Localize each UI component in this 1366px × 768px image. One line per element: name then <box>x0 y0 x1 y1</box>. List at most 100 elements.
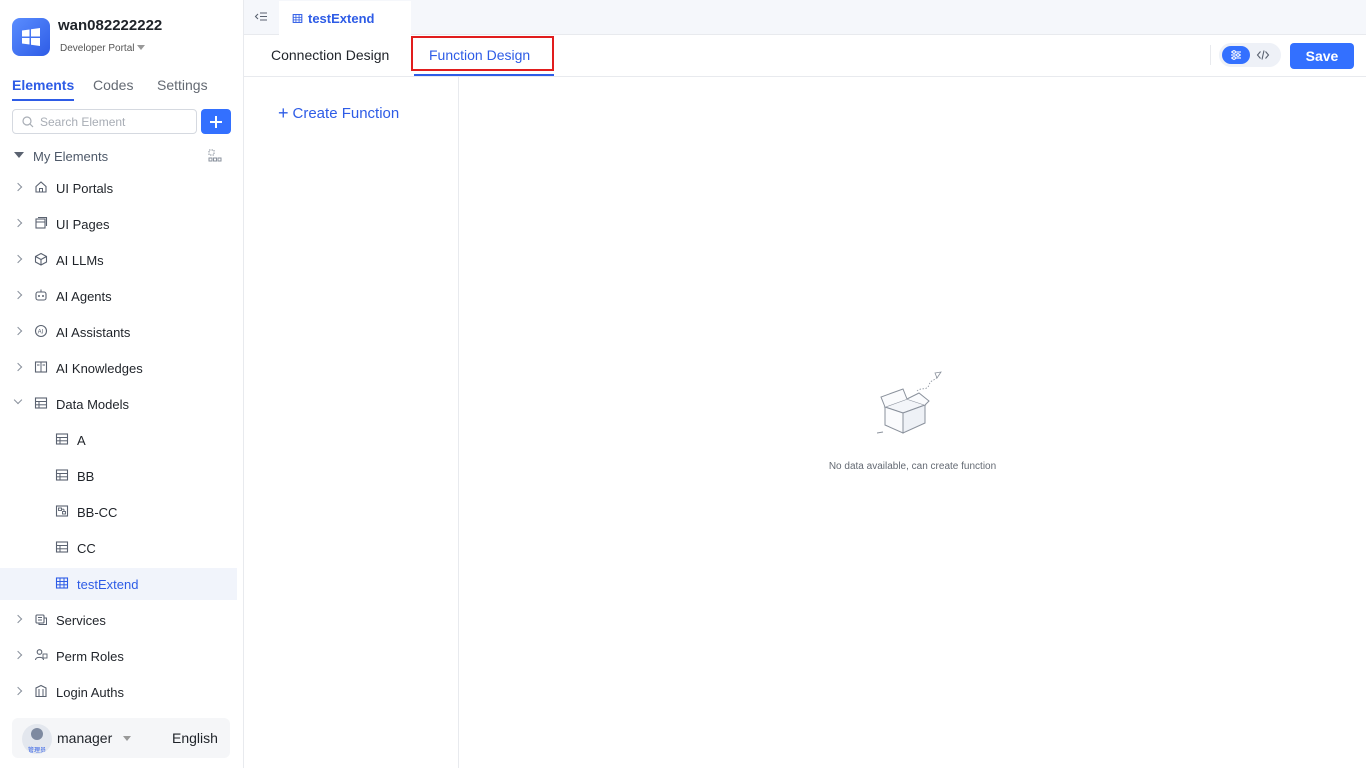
pages-icon <box>35 216 48 229</box>
caret-down-icon <box>14 152 24 158</box>
roles-icon <box>34 649 48 661</box>
design-view-button[interactable] <box>1222 46 1250 64</box>
layout-icon[interactable] <box>208 149 222 163</box>
sidebar-item-login-auths[interactable]: Login Auths <box>0 676 237 708</box>
sidebar-item-label: AI LLMs <box>56 253 104 268</box>
sidebar-item-label: A <box>77 433 86 448</box>
table-icon <box>55 469 69 481</box>
sidebar-item-label: Services <box>56 613 106 628</box>
tab-connection-design[interactable]: Connection Design <box>271 47 389 63</box>
chevron-right-icon[interactable] <box>13 218 23 228</box>
user-name[interactable]: manager <box>57 730 112 746</box>
sidebar-item-label: testExtend <box>77 577 139 592</box>
function-list-panel: + Create Function <box>244 77 459 768</box>
code-view-icon[interactable] <box>1256 48 1270 62</box>
sidebar-item-model-a[interactable]: A <box>0 424 237 456</box>
ai-assistant-icon: AI <box>34 324 48 338</box>
table-icon <box>34 397 48 409</box>
sidebar-item-label: Data Models <box>56 397 129 412</box>
document-tab-label: testExtend <box>308 11 375 26</box>
sidebar-item-services[interactable]: Services <box>0 604 237 636</box>
sidebar-item-data-models[interactable]: Data Models <box>0 388 237 420</box>
sliders-icon <box>1231 50 1241 60</box>
sidebar-item-label: UI Pages <box>56 217 110 232</box>
cube-icon <box>34 252 48 266</box>
my-elements-header[interactable]: My Elements <box>12 146 232 166</box>
toolbar-divider <box>1210 45 1211 65</box>
create-function-button[interactable]: + Create Function <box>278 103 399 124</box>
app-logo[interactable] <box>12 18 50 56</box>
home-icon <box>35 181 47 193</box>
book-icon <box>34 361 48 373</box>
document-tab-testextend[interactable]: testExtend <box>279 1 411 35</box>
sidebar-item-label: AI Knowledges <box>56 361 143 376</box>
active-tab-indicator <box>414 74 554 76</box>
table-icon <box>55 541 69 553</box>
highlight-box <box>411 36 554 71</box>
sidebar-item-model-bb-cc[interactable]: BB-CC <box>0 496 237 528</box>
chevron-right-icon[interactable] <box>13 326 23 336</box>
view-mode-toggle <box>1219 43 1281 67</box>
sidebar-item-ai-assistants[interactable]: AI AI Assistants <box>0 316 237 348</box>
svg-text:AI: AI <box>38 329 44 335</box>
chevron-right-icon[interactable] <box>13 182 23 192</box>
search-input[interactable] <box>40 113 190 130</box>
create-function-label: Create Function <box>292 105 400 122</box>
chevron-right-icon[interactable] <box>13 254 23 264</box>
robot-icon <box>35 289 47 301</box>
sidebar: wan082222222 Developer Portal Elements C… <box>0 0 244 768</box>
collapse-sidebar-icon[interactable] <box>254 10 268 24</box>
caret-down-icon[interactable] <box>123 736 131 741</box>
chevron-right-icon[interactable] <box>13 362 23 372</box>
search-box <box>12 109 197 134</box>
sidebar-item-model-cc[interactable]: CC <box>0 532 237 564</box>
design-tabs: Connection Design Function Design Save <box>244 35 1366 77</box>
add-element-button[interactable] <box>201 109 231 134</box>
sidebar-item-label: UI Portals <box>56 181 114 196</box>
sidebar-item-ui-portals[interactable]: UI Portals <box>0 172 237 204</box>
tab-settings[interactable]: Settings <box>157 77 208 99</box>
chevron-right-icon[interactable] <box>13 650 23 660</box>
portal-switcher[interactable]: Developer Portal <box>60 43 146 54</box>
sidebar-item-label: AI Assistants <box>56 325 131 340</box>
sidebar-item-label: CC <box>77 541 96 556</box>
sidebar-item-label: BB <box>77 469 95 484</box>
avatar[interactable]: 管理员 <box>22 724 52 754</box>
portal-label: Developer Portal <box>60 43 135 54</box>
sidebar-item-ai-llms[interactable]: AI LLMs <box>0 244 237 276</box>
service-icon <box>35 614 47 625</box>
search-icon <box>22 116 34 128</box>
tab-elements[interactable]: Elements <box>12 77 75 101</box>
user-bar: 管理员 manager English <box>12 718 230 758</box>
save-button[interactable]: Save <box>1290 43 1354 69</box>
sidebar-item-ui-pages[interactable]: UI Pages <box>0 208 237 240</box>
document-tab-bar: testExtend <box>244 0 1366 35</box>
sidebar-item-label: AI Agents <box>56 289 112 304</box>
sidebar-item-label: BB-CC <box>77 505 118 520</box>
chevron-right-icon[interactable] <box>13 290 23 300</box>
role-badge: 管理员 <box>27 748 46 754</box>
tab-codes[interactable]: Codes <box>93 77 133 99</box>
empty-box-icon <box>877 371 942 434</box>
sidebar-tabs: Elements Codes Settings <box>12 77 232 101</box>
plus-icon: + <box>278 103 289 123</box>
chevron-right-icon[interactable] <box>13 686 23 696</box>
sidebar-item-model-testextend[interactable]: testExtend <box>0 568 237 600</box>
windows-icon <box>22 28 40 46</box>
table-extend-icon <box>292 14 303 23</box>
section-label: My Elements <box>33 149 109 164</box>
caret-down-icon <box>137 45 146 50</box>
sidebar-item-model-bb[interactable]: BB <box>0 460 237 492</box>
sidebar-item-ai-agents[interactable]: AI Agents <box>0 280 237 312</box>
empty-state-message: No data available, can create function <box>828 461 997 472</box>
chevron-right-icon[interactable] <box>13 614 23 624</box>
sidebar-item-perm-roles[interactable]: Perm Roles <box>0 640 237 672</box>
sidebar-item-ai-knowledges[interactable]: AI Knowledges <box>0 352 237 384</box>
table-extend-icon <box>55 577 69 589</box>
sidebar-item-label: Login Auths <box>56 685 124 700</box>
user-head-icon <box>31 728 43 740</box>
empty-state: No data available, can create function <box>459 77 1366 768</box>
chevron-down-icon[interactable] <box>13 395 23 405</box>
building-icon <box>35 684 47 698</box>
language-switcher[interactable]: English <box>172 730 218 746</box>
